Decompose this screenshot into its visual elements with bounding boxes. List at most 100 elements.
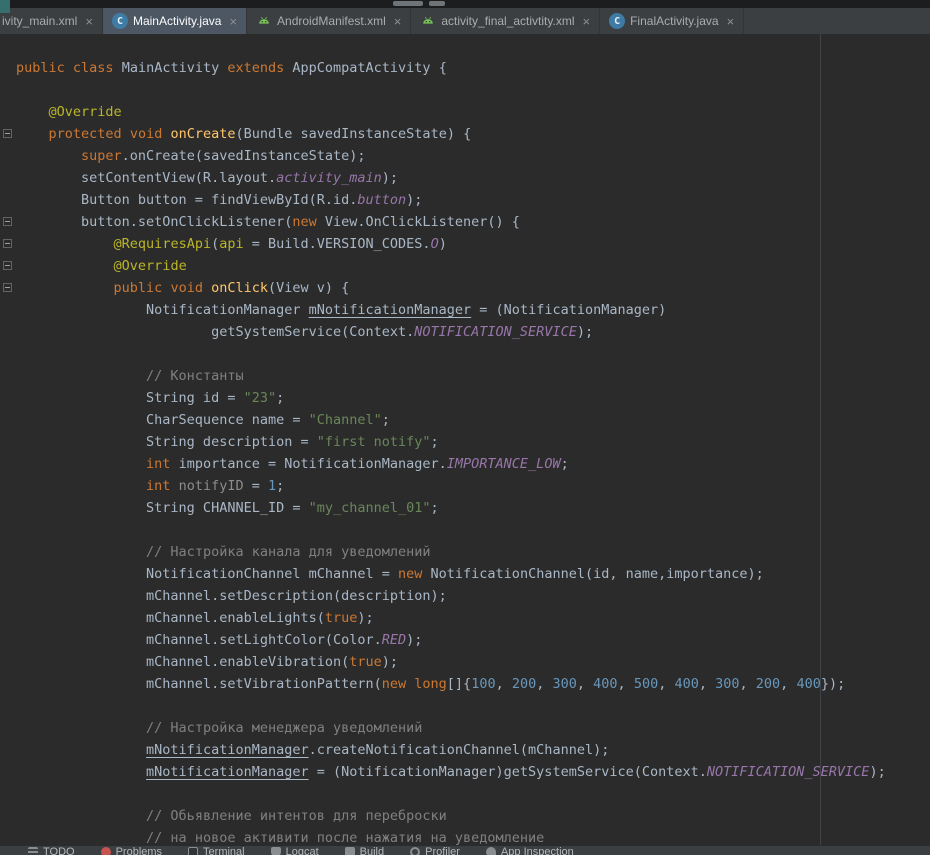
code-token: public <box>16 60 65 76</box>
code-token: mChannel.enableLights( <box>16 610 325 626</box>
problems-icon <box>101 847 111 855</box>
code-line: mChannel.setDescription(description); <box>16 585 886 607</box>
close-tab-icon[interactable]: × <box>229 15 237 28</box>
code-editor[interactable]: public class MainActivity extends AppCom… <box>0 34 930 845</box>
code-token: // на новое активити после нажатия на ув… <box>146 830 544 845</box>
toolbar-widget-cropped[interactable] <box>429 1 445 6</box>
fold-marker-icon[interactable] <box>3 283 12 292</box>
code-token: api <box>219 236 243 252</box>
code-line: // Настройка менеджера уведомлений <box>16 717 886 739</box>
code-token: new <box>292 214 316 230</box>
tab-label: AndroidManifest.xml <box>277 14 386 28</box>
code-token: ); <box>577 324 593 340</box>
statusbar-item-profiler[interactable]: Profiler <box>410 847 460 855</box>
fold-marker-icon[interactable] <box>3 239 12 248</box>
code-token: ); <box>869 764 885 780</box>
fold-marker-icon[interactable] <box>3 261 12 270</box>
code-token: // Настройка канала для уведомлений <box>146 544 430 560</box>
editor-tab-finalactivity-java[interactable]: CFinalActivity.java× <box>600 8 744 34</box>
tab-label: activity_final_activtity.xml <box>441 14 574 28</box>
android-file-icon <box>420 13 436 29</box>
code-token: , <box>536 676 552 692</box>
code-token: notifyID <box>179 478 244 494</box>
code-token: onClick <box>211 280 268 296</box>
code-token <box>16 148 81 164</box>
code-token: 1 <box>268 478 276 494</box>
code-token: , <box>496 676 512 692</box>
code-token: = <box>244 478 268 494</box>
code-line: // Настройка канала для уведомлений <box>16 541 886 563</box>
code-line: mChannel.setLightColor(Color.RED); <box>16 629 886 651</box>
close-tab-icon[interactable]: × <box>394 15 402 28</box>
editor-tab-mainactivity-java[interactable]: CMainActivity.java× <box>103 8 247 34</box>
editor-tab-androidmanifest-xml[interactable]: AndroidManifest.xml × <box>247 8 411 34</box>
editor-tab-activity-final-activtity-xml[interactable]: activity_final_activtity.xml × <box>411 8 600 34</box>
code-area: public class MainActivity extends AppCom… <box>16 57 886 845</box>
code-token: NotificationChannel mChannel = <box>16 566 398 582</box>
code-token <box>16 720 146 736</box>
code-token: ) <box>439 236 447 252</box>
code-token: , <box>658 676 674 692</box>
code-token: @Override <box>49 104 122 120</box>
code-token <box>16 236 114 252</box>
code-token <box>16 456 146 472</box>
toolbar-widget-cropped[interactable] <box>393 1 423 6</box>
close-tab-icon[interactable]: × <box>583 15 591 28</box>
code-token <box>16 478 146 494</box>
statusbar-item-todo[interactable]: TODO <box>28 847 75 855</box>
code-line: String id = "23"; <box>16 387 886 409</box>
code-line: String CHANNEL_ID = "my_channel_01"; <box>16 497 886 519</box>
code-token: NOTIFICATION_SERVICE <box>414 324 577 340</box>
code-token: extends <box>227 60 284 76</box>
statusbar-item-terminal[interactable]: Terminal <box>188 847 245 855</box>
statusbar-label: TODO <box>43 847 75 855</box>
code-token: View.OnClickListener() { <box>317 214 520 230</box>
code-token: int <box>146 478 170 494</box>
close-tab-icon[interactable]: × <box>727 15 735 28</box>
statusbar-item-logcat[interactable]: Logcat <box>271 847 319 855</box>
code-token: mChannel.setLightColor(Color. <box>16 632 382 648</box>
statusbar-item-problems[interactable]: Problems <box>101 847 162 855</box>
code-token <box>16 126 49 142</box>
code-line: int importance = NotificationManager.IMP… <box>16 453 886 475</box>
statusbar-item-app-inspection[interactable]: App Inspection <box>486 847 574 855</box>
code-token: super <box>81 148 122 164</box>
todo-icon <box>28 847 38 855</box>
close-tab-icon[interactable]: × <box>85 15 93 28</box>
code-token: ); <box>406 192 422 208</box>
code-token <box>16 280 114 296</box>
status-bar: TODO Problems Terminal Logcat Build Profiler A… <box>0 845 930 855</box>
code-token: 200 <box>756 676 780 692</box>
code-line: protected void onCreate(Bundle savedInst… <box>16 123 886 145</box>
code-token: NotificationManager <box>16 302 309 318</box>
code-token: setContentView(R.layout. <box>16 170 276 186</box>
code-token: }); <box>821 676 845 692</box>
status-bar-items: TODO Problems Terminal Logcat Build Profiler A… <box>0 846 930 855</box>
code-line: NotificationChannel mChannel = new Notif… <box>16 563 886 585</box>
code-line: super.onCreate(savedInstanceState); <box>16 145 886 167</box>
code-line: mNotificationManager = (NotificationMana… <box>16 761 886 783</box>
code-token: 300 <box>553 676 577 692</box>
statusbar-item-build[interactable]: Build <box>345 847 384 855</box>
code-token: String description = <box>16 434 317 450</box>
code-token <box>122 126 130 142</box>
code-line: @RequiresApi(api = Build.VERSION_CODES.O… <box>16 233 886 255</box>
editor-tab-ivity-main-xml[interactable]: ivity_main.xml× <box>0 8 103 34</box>
editor-gutter <box>0 34 15 845</box>
code-line: mNotificationManager.createNotificationC… <box>16 739 886 761</box>
code-token: mChannel.setDescription(description); <box>16 588 447 604</box>
code-token: true <box>349 654 382 670</box>
code-token: ( <box>211 236 219 252</box>
code-token: ; <box>431 434 439 450</box>
code-token: , <box>577 676 593 692</box>
code-token: ; <box>431 500 439 516</box>
fold-marker-icon[interactable] <box>3 217 12 226</box>
cropped-ui-fragment <box>0 0 10 13</box>
code-token: // Обьявление интентов для переброски <box>146 808 447 824</box>
fold-marker-icon[interactable] <box>3 129 12 138</box>
ide-window: ivity_main.xml×CMainActivity.java×Androi… <box>0 0 930 855</box>
code-line: @Override <box>16 255 886 277</box>
code-token: class <box>73 60 114 76</box>
code-token: 500 <box>634 676 658 692</box>
code-line: getSystemService(Context.NOTIFICATION_SE… <box>16 321 886 343</box>
